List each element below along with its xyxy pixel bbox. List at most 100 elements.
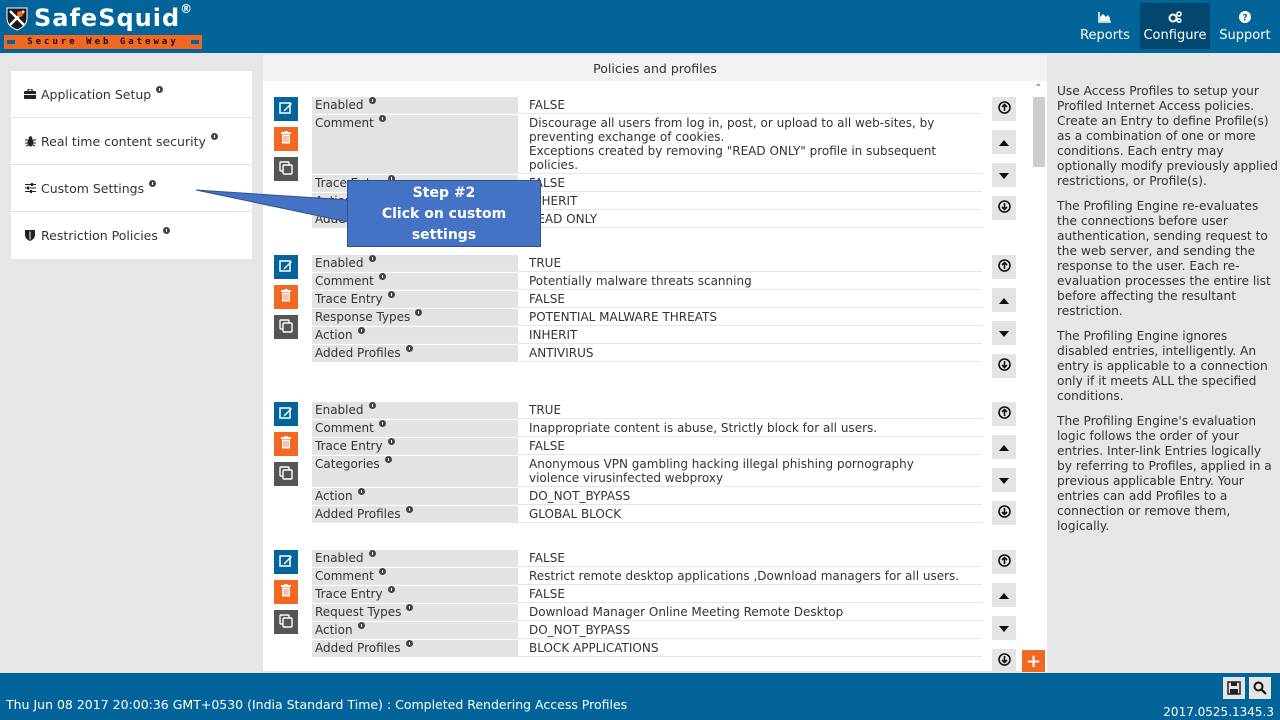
entry-field-row[interactable]: Action DO_NOT_BYPASS xyxy=(312,488,982,505)
info-icon[interactable] xyxy=(387,586,395,593)
edit-entry-button[interactable] xyxy=(274,402,298,426)
sidebar-item-real-time-content-security[interactable]: Real time content security xyxy=(11,118,252,165)
entry-field-row[interactable]: Request Types Download Manager Online Mee… xyxy=(312,604,982,621)
edit-entry-button[interactable] xyxy=(274,97,298,121)
info-icon[interactable] xyxy=(405,640,413,647)
copy-entry-button[interactable] xyxy=(274,315,298,339)
caret-up-icon xyxy=(999,588,1009,602)
entry-field-row[interactable]: Comment Discourage all users from log in,… xyxy=(312,115,982,174)
move-to-top-button[interactable] xyxy=(992,97,1016,121)
field-value: READ ONLY xyxy=(529,212,598,226)
field-value: INHERIT xyxy=(529,194,578,208)
move-to-bottom-button[interactable] xyxy=(992,354,1016,378)
sidebar-item-label: Application Setup xyxy=(41,86,152,102)
help-paragraph: Use Access Profiles to setup your Profil… xyxy=(1057,84,1279,188)
entry-field-row[interactable]: Action DO_NOT_BYPASS xyxy=(312,622,982,639)
copy-icon xyxy=(279,318,293,336)
info-icon[interactable] xyxy=(387,291,395,298)
move-up-button[interactable] xyxy=(992,435,1016,459)
delete-entry-button[interactable] xyxy=(274,285,298,309)
entry-field-row[interactable]: Response Types POTENTIAL MALWARE THREATS xyxy=(312,309,982,326)
info-icon[interactable] xyxy=(415,309,423,316)
scrollbar[interactable]: ⌃ ⌄ xyxy=(1030,82,1047,671)
entry-field-row[interactable]: Added Profiles GLOBAL BLOCK xyxy=(312,506,982,523)
entry-move-controls xyxy=(992,402,1016,534)
info-icon[interactable] xyxy=(357,327,365,334)
field-value: Potentially malware threats scanning xyxy=(529,274,752,288)
copy-entry-button[interactable] xyxy=(274,610,298,634)
sidebar-item-custom-settings[interactable]: Custom Settings xyxy=(11,165,252,212)
entry-field-row[interactable]: Comment Potentially malware threats scann… xyxy=(312,273,982,290)
add-entry-button[interactable]: + xyxy=(1022,650,1045,672)
scroll-up-arrow[interactable]: ⌃ xyxy=(1030,82,1047,96)
entry-field-row[interactable]: Comment Inappropriate content is abuse, S… xyxy=(312,420,982,437)
nav-configure[interactable]: Configure xyxy=(1140,3,1210,49)
info-icon[interactable] xyxy=(384,456,392,463)
move-up-button[interactable] xyxy=(992,583,1016,607)
entry-field-row[interactable]: Added Profiles BLOCK APPLICATIONS xyxy=(312,640,982,657)
info-icon[interactable] xyxy=(406,604,414,611)
move-to-top-button[interactable] xyxy=(992,255,1016,279)
nav-reports[interactable]: Reports xyxy=(1070,3,1140,49)
copy-entry-button[interactable] xyxy=(274,462,298,486)
plus-icon: + xyxy=(1025,650,1042,672)
entry-field-row[interactable]: Enabled TRUE xyxy=(312,402,982,419)
entry-field-row[interactable]: Enabled FALSE xyxy=(312,550,982,567)
edit-entry-button[interactable] xyxy=(274,550,298,574)
delete-entry-button[interactable] xyxy=(274,432,298,456)
sidebar-item-restriction-policies[interactable]: Restriction Policies xyxy=(11,212,252,259)
move-to-top-button[interactable] xyxy=(992,402,1016,426)
entry-field-row[interactable]: Enabled FALSE xyxy=(312,97,982,114)
info-icon[interactable] xyxy=(378,568,386,575)
info-icon[interactable] xyxy=(357,622,365,629)
entry-field-row[interactable]: Action INHERIT xyxy=(312,327,982,344)
move-down-button[interactable] xyxy=(992,468,1016,492)
move-to-bottom-button[interactable] xyxy=(992,196,1016,220)
field-value: Restrict remote desktop applications ,Do… xyxy=(529,569,960,583)
copy-entry-button[interactable] xyxy=(274,157,298,181)
delete-entry-button[interactable] xyxy=(274,580,298,604)
info-icon[interactable] xyxy=(387,438,395,445)
info-icon[interactable] xyxy=(368,97,376,104)
info-icon[interactable] xyxy=(405,506,413,513)
delete-entry-button[interactable] xyxy=(274,127,298,151)
move-to-bottom-button[interactable] xyxy=(992,649,1016,671)
move-to-bottom-button[interactable] xyxy=(992,501,1016,525)
search-button[interactable] xyxy=(1249,677,1271,699)
info-icon[interactable] xyxy=(162,227,170,234)
entry-field-row[interactable]: Categories Anonymous VPN gambling hacking… xyxy=(312,456,982,487)
entry-field-row[interactable]: Enabled TRUE xyxy=(312,255,982,272)
entry-field-row[interactable]: Added Profiles ANTIVIRUS xyxy=(312,345,982,362)
move-to-top-button[interactable] xyxy=(992,550,1016,574)
move-up-button[interactable] xyxy=(992,288,1016,312)
scroll-thumb[interactable] xyxy=(1033,97,1045,167)
entry-actions xyxy=(274,255,298,345)
info-icon[interactable] xyxy=(368,255,376,262)
info-icon[interactable] xyxy=(210,132,218,140)
entry-field-row[interactable]: Trace Entry FALSE xyxy=(312,291,982,308)
info-icon[interactable] xyxy=(368,550,376,557)
edit-entry-button[interactable] xyxy=(274,255,298,279)
info-icon[interactable] xyxy=(149,179,157,187)
move-down-button[interactable] xyxy=(992,321,1016,345)
move-down-button[interactable] xyxy=(992,163,1016,187)
info-icon[interactable] xyxy=(405,345,413,352)
entry-field-row[interactable]: Trace Entry FALSE xyxy=(312,438,982,455)
info-icon[interactable] xyxy=(378,115,386,122)
save-button[interactable] xyxy=(1223,677,1245,699)
info-icon[interactable] xyxy=(378,420,386,427)
trash-icon xyxy=(281,584,291,600)
info-icon[interactable] xyxy=(156,85,164,93)
sidebar-item-application-setup[interactable]: Application Setup xyxy=(11,71,252,118)
info-icon[interactable] xyxy=(357,488,365,495)
info-icon[interactable] xyxy=(368,402,376,409)
safesquid-logo[interactable]: SafeSquid® Secure Web Gateway xyxy=(4,2,204,50)
edit-icon xyxy=(279,101,293,118)
entry-field-row[interactable]: Trace Entry FALSE xyxy=(312,586,982,603)
entry-field-row[interactable]: Comment Restrict remote desktop applicati… xyxy=(312,568,982,585)
nav-support[interactable]: ? Support xyxy=(1210,3,1280,49)
field-value: TRUE xyxy=(529,256,562,270)
move-down-button[interactable] xyxy=(992,616,1016,640)
info-icon[interactable] xyxy=(378,273,386,280)
move-up-button[interactable] xyxy=(992,130,1016,154)
